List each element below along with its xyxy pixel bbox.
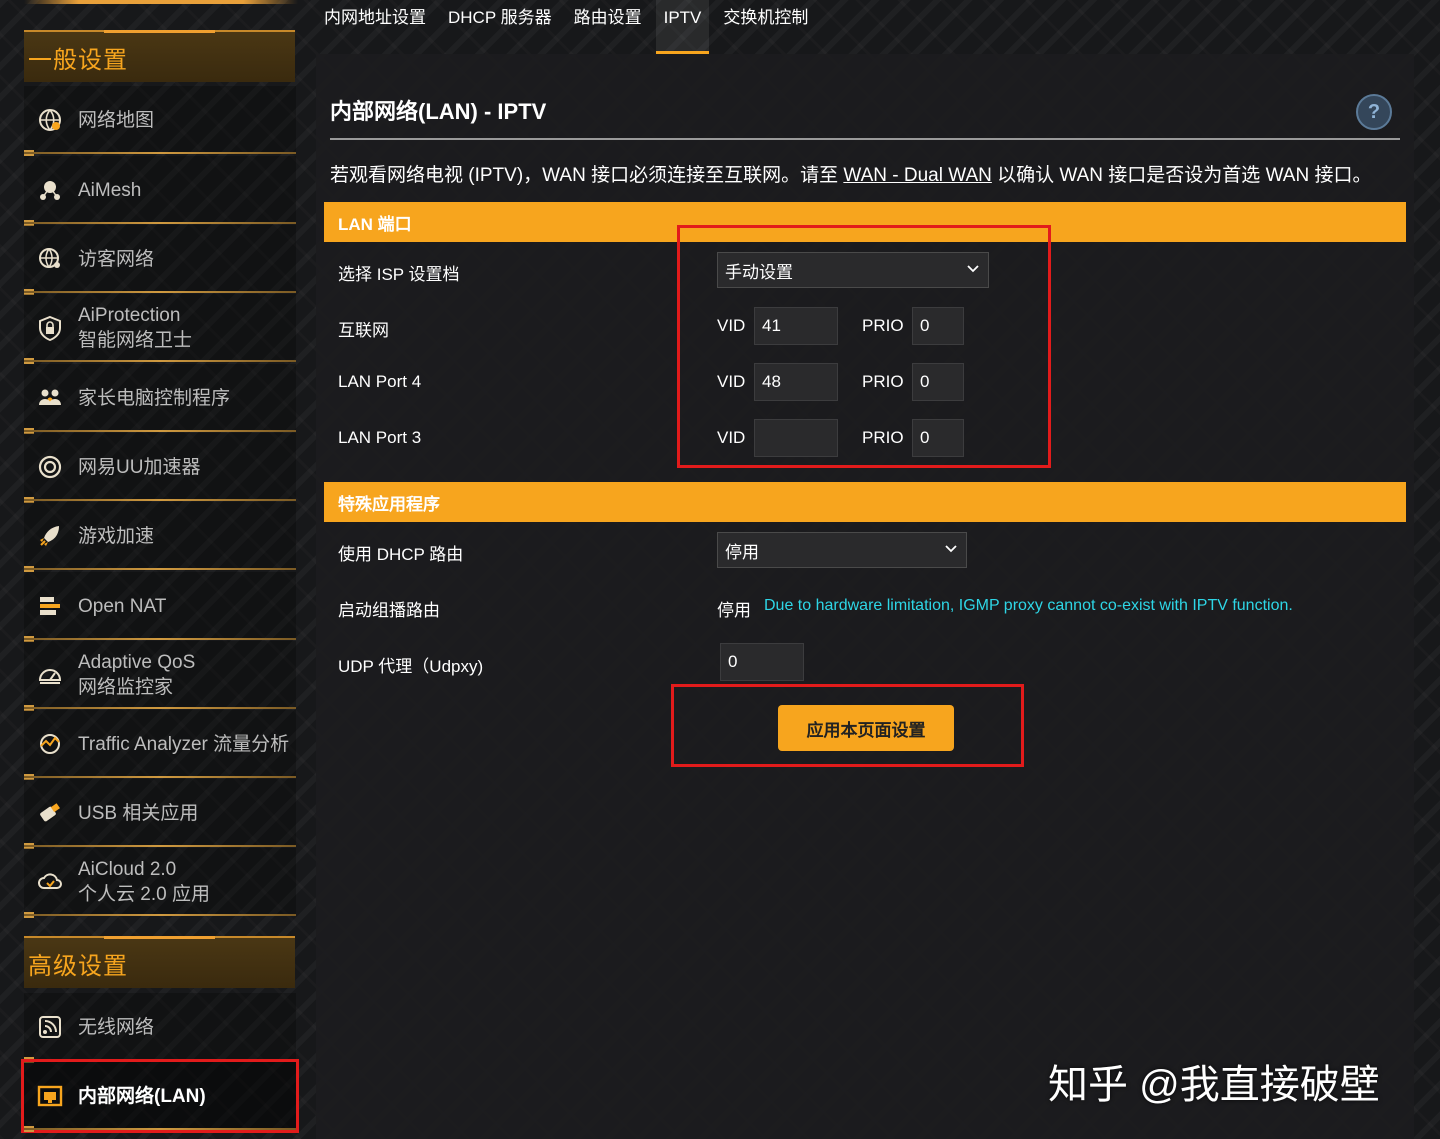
general-settings-header: 一般设置: [24, 30, 295, 82]
multicast-routing-label: 启动组播路由: [338, 601, 440, 620]
dual-wan-link[interactable]: WAN - Dual WAN: [843, 165, 991, 186]
sidebar-item-label: 游戏加速: [78, 525, 155, 547]
family-icon: [36, 384, 64, 412]
udpxy-label: UDP 代理（Udpxy): [338, 657, 484, 676]
gauge-icon: [36, 661, 64, 689]
chevron-down-icon: [945, 545, 957, 553]
sidebar-item-uu-accelerator[interactable]: 网易UU加速器: [24, 433, 296, 503]
sidebar-item-sublabel: 个人云 2.0 应用: [78, 884, 210, 905]
description: 若观看网络电视 (IPTV)，WAN 接口必须连接至互联网。请至 WAN - D…: [330, 165, 1372, 186]
sidebar-item-aiprotection[interactable]: AiProtection 智能网络卫士: [24, 294, 296, 364]
guest-network-icon: [36, 245, 64, 273]
sidebar-item-traffic-analyzer[interactable]: Traffic Analyzer 流量分析: [24, 710, 296, 780]
sidebar-item-sublabel: 智能网络卫士: [78, 330, 193, 351]
sidebar-item-aicloud[interactable]: AiCloud 2.0 个人云 2.0 应用: [24, 848, 296, 918]
highlight-box-vlan-settings: [677, 225, 1051, 468]
sidebar-item-label: AiMesh: [78, 179, 142, 201]
sidebar-item-label: Adaptive QoS: [78, 652, 196, 673]
apply-button[interactable]: 应用本页面设置: [778, 705, 954, 751]
sidebar-item-label: USB 相关应用: [78, 802, 199, 824]
traffic-icon: [36, 730, 64, 758]
sidebar-item-label: AiProtection: [78, 305, 181, 326]
rocket-icon: [36, 522, 64, 550]
lan-port4-row-label: LAN Port 4: [338, 372, 422, 391]
tab-route[interactable]: 路由设置: [566, 0, 650, 54]
sidebar-item-aimesh[interactable]: AiMesh: [24, 156, 296, 226]
udpxy-input[interactable]: 0: [720, 643, 804, 681]
lan-port3-row-label: LAN Port 3: [338, 428, 422, 447]
sidebar-item-sublabel: 网络监控家: [78, 677, 174, 698]
nat-icon: [36, 592, 64, 620]
dhcp-routes-label: 使用 DHCP 路由: [338, 545, 464, 564]
sidebar-item-label: 无线网络: [78, 1016, 155, 1038]
sidebar-item-parental-controls[interactable]: 家长电脑控制程序: [24, 364, 296, 434]
multicast-routing-value: 停用: [717, 601, 751, 620]
sidebar-item-lan[interactable]: 内部网络(LAN): [21, 1059, 299, 1133]
sidebar-item-label: 家长电脑控制程序: [78, 387, 231, 409]
sidebar-item-label: Open NAT: [78, 595, 167, 617]
isp-profile-label: 选择 ISP 设置档: [338, 265, 460, 284]
tab-bar: 内网地址设置 DHCP 服务器 路由设置 IPTV 交换机控制: [316, 0, 1440, 54]
sidebar-item-wireless[interactable]: 无线网络: [24, 993, 296, 1063]
wireless-icon: [36, 1013, 64, 1041]
sidebar-item-label: 网易UU加速器: [78, 456, 201, 478]
lan-icon: [36, 1082, 64, 1110]
igmp-limitation-note: Due to hardware limitation, IGMP proxy c…: [764, 597, 1293, 614]
internet-row-label: 互联网: [338, 321, 389, 340]
tab-lan-ip[interactable]: 内网地址设置: [316, 0, 434, 54]
sidebar-item-open-nat[interactable]: Open NAT: [24, 572, 296, 642]
globe-map-icon: [36, 106, 64, 134]
tab-iptv[interactable]: IPTV: [655, 0, 710, 54]
cloud-icon: [36, 868, 64, 896]
usb-icon: [36, 799, 64, 827]
shield-lock-icon: [36, 314, 64, 342]
sidebar-item-usb-apps[interactable]: USB 相关应用: [24, 779, 296, 849]
watermark-text: 知乎 @我直接破壁: [1048, 1063, 1380, 1107]
tab-dhcp-server[interactable]: DHCP 服务器: [440, 0, 560, 54]
sidebar-item-game-boost[interactable]: 游戏加速: [24, 502, 296, 572]
sidebar-top-divider: [24, 0, 298, 4]
sidebar-item-label: 网络地图: [78, 109, 155, 131]
sidebar-item-label: 访客网络: [78, 248, 155, 270]
sidebar: 一般设置 网络地图 AiMesh 访客网络 AiProtection 智能网络卫…: [0, 0, 316, 1139]
sidebar-item-network-map[interactable]: 网络地图: [24, 86, 296, 156]
advanced-settings-header: 高级设置: [24, 936, 295, 988]
sidebar-item-adaptive-qos[interactable]: Adaptive QoS 网络监控家: [24, 641, 296, 711]
sidebar-item-label: Traffic Analyzer 流量分析: [78, 733, 290, 755]
special-apps-section-header: 特殊应用程序: [324, 482, 1406, 522]
page-title: 内部网络(LAN) - IPTV: [330, 99, 547, 124]
sidebar-item-guest-network[interactable]: 访客网络: [24, 225, 296, 295]
aimesh-icon: [36, 176, 64, 204]
uu-accelerator-icon: [36, 453, 64, 481]
title-divider: [330, 138, 1400, 140]
sidebar-item-label: 内部网络(LAN): [78, 1085, 206, 1107]
tab-switch-control[interactable]: 交换机控制: [715, 0, 816, 54]
sidebar-item-label: AiCloud 2.0: [78, 859, 177, 880]
main-panel: 内部网络(LAN) - IPTV ? 若观看网络电视 (IPTV)，WAN 接口…: [316, 54, 1414, 1139]
help-icon[interactable]: ?: [1356, 94, 1392, 130]
dhcp-routes-select[interactable]: 停用: [717, 532, 967, 568]
